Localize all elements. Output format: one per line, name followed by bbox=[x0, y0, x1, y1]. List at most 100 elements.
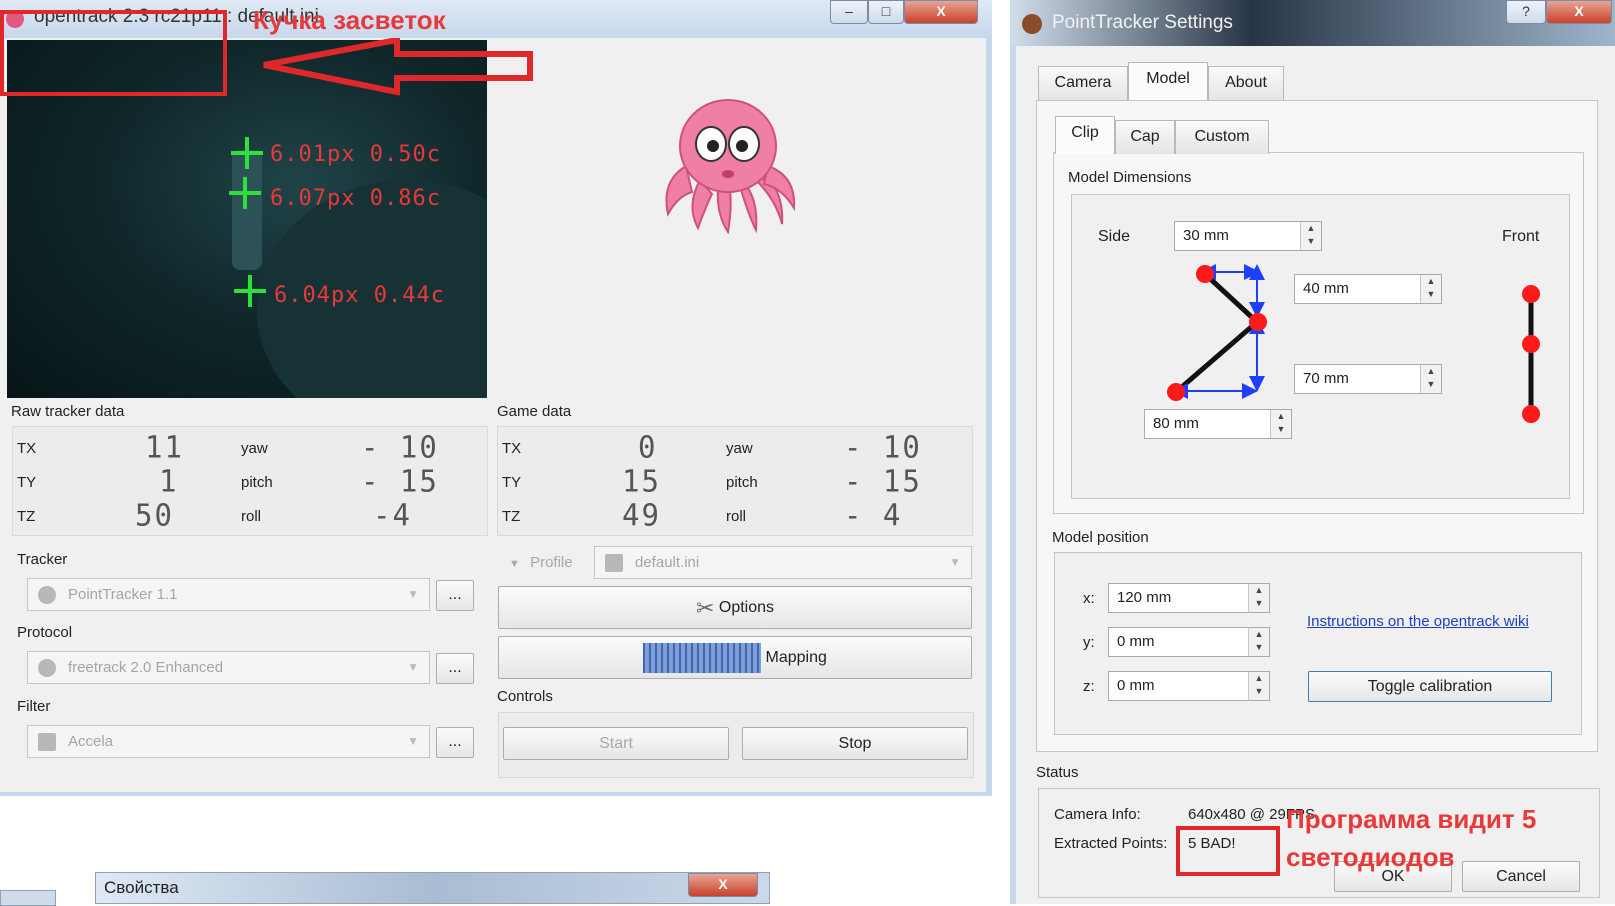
bottom-length-spinbox[interactable]: 70 mm ▲ ▼ bbox=[1294, 364, 1442, 394]
mapping-button-label: Mapping bbox=[765, 649, 827, 666]
spin-arrows-icon[interactable]: ▲ ▼ bbox=[1300, 222, 1321, 250]
subtab-clip[interactable]: Clip bbox=[1055, 116, 1115, 154]
raw-roll-value: -4 bbox=[373, 497, 412, 533]
maximize-button[interactable]: □ bbox=[868, 0, 904, 24]
toggle-calibration-button[interactable]: Toggle calibration bbox=[1308, 671, 1552, 702]
pointtracker-icon bbox=[38, 586, 56, 604]
properties-window-titlebar[interactable]: Свойства X bbox=[95, 872, 770, 904]
spin-arrows-icon[interactable]: ▲ ▼ bbox=[1270, 410, 1291, 438]
tracker-settings-button[interactable]: ... bbox=[436, 580, 474, 611]
tracker-select[interactable]: PointTracker 1.1 ▼ bbox=[27, 578, 430, 611]
filter-label: Filter bbox=[17, 698, 51, 715]
game-rot-label: roll bbox=[726, 508, 747, 525]
tracked-point-label: 6.01px 0.50c bbox=[270, 142, 441, 167]
octopus-mascot-icon bbox=[665, 99, 796, 234]
spin-arrows-icon[interactable]: ▲ ▼ bbox=[1420, 365, 1441, 393]
spin-arrows-icon[interactable]: ▲ ▼ bbox=[1248, 672, 1269, 700]
top-length-value: 40 mm bbox=[1303, 280, 1349, 297]
y-label: y: bbox=[1083, 634, 1095, 651]
status-label: Status bbox=[1036, 764, 1079, 781]
settings-titlebar[interactable]: PointTracker Settings ? X bbox=[1010, 0, 1615, 46]
tab-camera[interactable]: Camera bbox=[1038, 66, 1128, 100]
filter-select[interactable]: Accela ▼ bbox=[27, 725, 430, 758]
mapping-button[interactable]: Mapping bbox=[498, 636, 972, 679]
raw-tx-value: 11 bbox=[145, 429, 184, 465]
tracked-point-label: 6.07px 0.86c bbox=[270, 186, 441, 211]
settings-close-button[interactable]: X bbox=[1546, 0, 1612, 24]
extracted-points-label: Extracted Points: bbox=[1054, 835, 1168, 852]
game-roll-value: - 4 bbox=[844, 497, 903, 533]
properties-close-button[interactable]: X bbox=[688, 873, 758, 897]
x-label: x: bbox=[1083, 590, 1095, 607]
raw-rot-label: roll bbox=[241, 508, 262, 525]
chevron-down-icon: ▼ bbox=[407, 587, 419, 601]
raw-rot-label: pitch bbox=[241, 474, 273, 491]
raw-ty-value: 1 bbox=[159, 463, 179, 499]
profile-menu-button[interactable]: ▼ Profile bbox=[509, 554, 573, 571]
raw-pitch-value: - 15 bbox=[361, 463, 439, 499]
model-dimensions-label: Model Dimensions bbox=[1068, 169, 1192, 186]
game-rot-label: pitch bbox=[726, 474, 758, 491]
annotation-highlight-box bbox=[1176, 826, 1280, 876]
tab-model[interactable]: Model bbox=[1128, 62, 1208, 100]
controls-label: Controls bbox=[497, 688, 553, 705]
annotation-arrow-icon bbox=[263, 38, 533, 96]
top-length-spinbox[interactable]: 40 mm ▲ ▼ bbox=[1294, 274, 1442, 304]
raw-axis-label: TY bbox=[17, 474, 37, 491]
profile-select-value: default.ini bbox=[635, 554, 700, 571]
side-length-spinbox[interactable]: 30 mm ▲ ▼ bbox=[1174, 221, 1322, 251]
game-axis-label: TZ bbox=[502, 508, 521, 525]
game-data-label: Game data bbox=[497, 403, 572, 420]
spin-arrows-icon[interactable]: ▲ ▼ bbox=[1248, 628, 1269, 656]
annotation-highlight-box bbox=[0, 10, 227, 96]
depth-length-spinbox[interactable]: 80 mm ▲ ▼ bbox=[1144, 409, 1292, 439]
tracked-point-label: 6.04px 0.44c bbox=[274, 283, 445, 308]
front-label: Front bbox=[1502, 228, 1540, 245]
start-button[interactable]: Start bbox=[503, 727, 729, 760]
annotation-points-line2: светодиодов bbox=[1286, 842, 1455, 872]
chevron-down-icon: ▼ bbox=[509, 558, 520, 570]
filter-icon bbox=[38, 733, 56, 751]
x-position-spinbox[interactable]: 120 mm ▲ ▼ bbox=[1108, 583, 1270, 613]
z-label: z: bbox=[1083, 678, 1095, 695]
y-position-spinbox[interactable]: 0 mm ▲ ▼ bbox=[1108, 627, 1270, 657]
filter-settings-button[interactable]: ... bbox=[436, 727, 474, 758]
clip-side-diagram-icon bbox=[1167, 264, 1267, 401]
annotation-light-cluster: Кучка засветок bbox=[253, 5, 446, 35]
minimize-button[interactable]: – bbox=[830, 0, 868, 24]
x-position-value: 120 mm bbox=[1117, 589, 1172, 606]
spin-arrows-icon[interactable]: ▲ ▼ bbox=[1248, 584, 1269, 612]
raw-tracker-data-label: Raw tracker data bbox=[11, 403, 125, 420]
game-rot-label: yaw bbox=[726, 440, 753, 457]
raw-tracker-data-panel: TX 11 yaw - 10 TY 1 pitch - 15 TZ 50 rol… bbox=[12, 426, 488, 536]
close-button[interactable]: X bbox=[904, 0, 978, 24]
y-position-value: 0 mm bbox=[1117, 633, 1155, 650]
options-button[interactable]: ✂ Options bbox=[498, 586, 972, 629]
tab-about[interactable]: About bbox=[1208, 66, 1284, 100]
spin-arrows-icon[interactable]: ▲ ▼ bbox=[1420, 275, 1441, 303]
help-button[interactable]: ? bbox=[1506, 0, 1546, 24]
opentrack-wiki-link[interactable]: Instructions on the opentrack wiki bbox=[1307, 613, 1529, 630]
filter-select-value: Accela bbox=[68, 733, 114, 750]
protocol-settings-button[interactable]: ... bbox=[436, 653, 474, 684]
raw-axis-label: TX bbox=[17, 440, 37, 457]
game-pitch-value: - 15 bbox=[844, 463, 922, 499]
subtab-cap[interactable]: Cap bbox=[1115, 120, 1175, 154]
cancel-button[interactable]: Cancel bbox=[1462, 861, 1580, 892]
tools-icon: ✂ bbox=[695, 595, 715, 621]
protocol-select[interactable]: freetrack 2.0 Enhanced ▼ bbox=[27, 651, 430, 684]
profile-select[interactable]: default.ini ▼ bbox=[594, 546, 972, 579]
camera-info-label: Camera Info: bbox=[1054, 806, 1141, 823]
stop-button[interactable]: Stop bbox=[742, 727, 968, 760]
game-tx-value: 0 bbox=[638, 429, 658, 465]
subtab-custom[interactable]: Custom bbox=[1175, 120, 1269, 154]
z-position-spinbox[interactable]: 0 mm ▲ ▼ bbox=[1108, 671, 1270, 701]
side-label: Side bbox=[1098, 228, 1131, 245]
chevron-down-icon: ▼ bbox=[407, 660, 419, 674]
mapping-curve-icon bbox=[643, 642, 762, 673]
protocol-label: Protocol bbox=[17, 624, 73, 641]
raw-rot-label: yaw bbox=[241, 440, 268, 457]
options-button-label: Options bbox=[718, 599, 775, 616]
freetrack-icon bbox=[38, 659, 56, 677]
chevron-down-icon: ▼ bbox=[407, 734, 419, 748]
